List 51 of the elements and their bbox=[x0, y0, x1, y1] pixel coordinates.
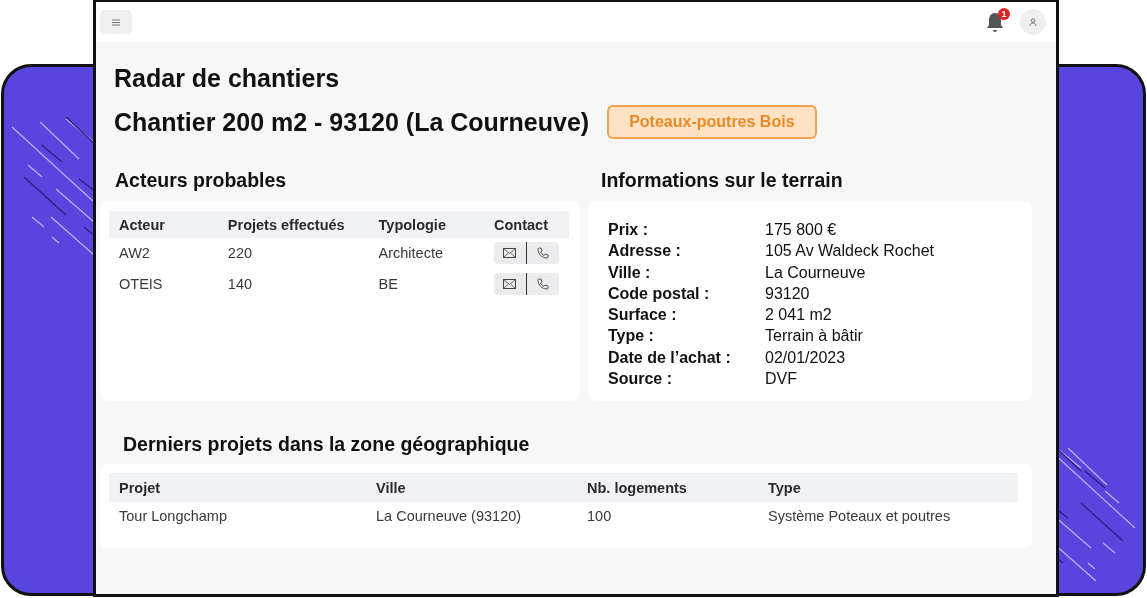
field-value: Terrain à bâtir bbox=[765, 326, 864, 347]
table-cell-text: 140 bbox=[226, 275, 254, 294]
field-label: Date de l’achat : bbox=[608, 347, 732, 368]
section-heading: Derniers projets dans la zone géographique bbox=[123, 433, 531, 456]
table-cell: AW2 bbox=[109, 238, 218, 269]
table-cell: Système Poteaux et poutres bbox=[758, 502, 1018, 530]
column-header: Acteur bbox=[109, 211, 218, 238]
menu-icon bbox=[112, 18, 120, 26]
phone-icon bbox=[537, 247, 550, 259]
envelope-icon bbox=[503, 279, 517, 289]
phone-icon bbox=[537, 278, 550, 290]
column-header: Typologie bbox=[368, 211, 484, 238]
bell-icon bbox=[985, 11, 1005, 33]
table-cell: La Courneuve (93120) bbox=[366, 502, 577, 530]
envelope-icon bbox=[503, 248, 517, 258]
table-cell-text: OTEIS bbox=[118, 275, 164, 294]
user-icon bbox=[1029, 18, 1037, 26]
field-value: 175 800 € bbox=[765, 220, 838, 240]
table-cell: 100 bbox=[577, 502, 758, 530]
table-cell: Tour Longchamp bbox=[109, 502, 366, 530]
section-heading: Informations sur le terrain bbox=[601, 169, 844, 192]
field-value: 105 Av Waldeck Rochet bbox=[765, 241, 935, 262]
column-header: Type bbox=[758, 473, 1018, 502]
field-value: La Courneuve bbox=[765, 262, 867, 283]
field-label: Ville : bbox=[608, 262, 652, 283]
field-label: Surface : bbox=[608, 305, 678, 326]
section-heading: Acteurs probables bbox=[115, 169, 288, 192]
column-header: Contact bbox=[484, 211, 569, 238]
structure-tag: Poteaux-poutres Bois bbox=[607, 105, 817, 139]
project-title: Chantier 200 m2 - 93120 (La Courneuve) bbox=[114, 107, 590, 137]
column-header: Ville bbox=[366, 473, 577, 502]
field-value: DVF bbox=[765, 369, 798, 390]
column-header: Nb. logements bbox=[577, 473, 758, 502]
column-header: Projets effectués bbox=[217, 211, 369, 238]
field-value: 93120 bbox=[765, 283, 811, 304]
field-label: Adresse : bbox=[608, 241, 682, 262]
field-value: 02/01/2023 bbox=[765, 347, 847, 368]
field-label: Prix : bbox=[608, 220, 649, 240]
field-label: Code postal : bbox=[608, 283, 711, 304]
notification-button[interactable]: 1 bbox=[984, 11, 1006, 33]
page-title: Radar de chantiers bbox=[114, 64, 341, 93]
field-value: 2 041 m2 bbox=[765, 305, 833, 326]
table-cell-text: BE bbox=[377, 275, 399, 294]
table-cell: 220 bbox=[217, 238, 369, 269]
notification-badge: 1 bbox=[998, 8, 1010, 20]
field-label: Source : bbox=[608, 369, 673, 390]
field-label: Type : bbox=[608, 326, 655, 347]
menu-button[interactable] bbox=[100, 10, 132, 34]
table-cell: Architecte bbox=[368, 238, 484, 269]
avatar-button[interactable] bbox=[1020, 9, 1046, 35]
column-header: Projet bbox=[109, 473, 366, 502]
